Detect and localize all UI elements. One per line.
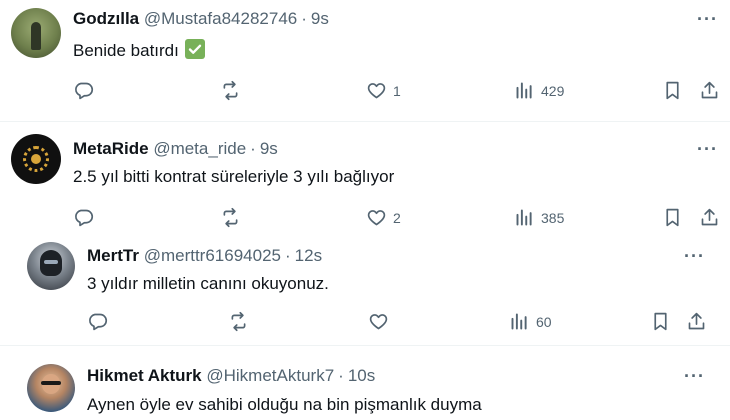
tweet-text: Aynen öyle ev sahibi olduğu na bin pişma… xyxy=(87,395,482,414)
bookmark-button[interactable] xyxy=(662,80,683,101)
share-button[interactable] xyxy=(699,207,720,228)
avatar-figure xyxy=(31,22,41,50)
retweet-button[interactable] xyxy=(220,207,241,228)
share-button[interactable] xyxy=(686,311,707,332)
tweet-header: Hikmet Akturk @HikmetAkturk7 · 10s xyxy=(87,366,375,386)
tweet-header: MertTr @merttr61694025 · 12s xyxy=(87,246,322,266)
avatar-metaride[interactable] xyxy=(11,134,61,184)
retweet-button[interactable] xyxy=(220,80,241,101)
tweet-godzilla[interactable]: Godzılla @Mustafa84282746 · 9s ··· Benide … xyxy=(0,0,730,120)
heart-icon xyxy=(369,314,388,330)
retweet-icon xyxy=(231,311,246,332)
check-mark-emoji-icon xyxy=(184,39,205,59)
tweet-header: MetaRide @meta_ride · 9s xyxy=(73,139,278,159)
views-button[interactable]: 385 xyxy=(514,207,564,228)
reply-icon xyxy=(75,82,94,100)
retweet-icon xyxy=(223,80,238,101)
share-icon xyxy=(688,312,705,330)
views-button[interactable]: 429 xyxy=(514,80,564,101)
avatar-visor xyxy=(44,260,58,264)
avatar-godzilla[interactable] xyxy=(11,8,61,58)
display-name[interactable]: MertTr xyxy=(87,246,139,265)
bookmark-icon xyxy=(666,208,679,227)
more-options-icon[interactable]: ··· xyxy=(697,139,718,160)
reply-icon xyxy=(89,313,108,331)
analytics-icon xyxy=(511,313,527,330)
view-count: 429 xyxy=(541,82,565,99)
like-button[interactable]: 1 xyxy=(366,80,401,101)
tweet-text: Benide batırdı xyxy=(73,39,205,61)
analytics-icon xyxy=(516,82,532,99)
more-options-icon[interactable]: ··· xyxy=(697,9,718,30)
display-name[interactable]: MetaRide xyxy=(73,139,149,158)
avatar-glasses xyxy=(41,381,61,385)
more-options-icon[interactable]: ··· xyxy=(684,246,705,267)
share-icon xyxy=(701,208,718,226)
heart-icon xyxy=(367,83,386,99)
tweet-header: Godzılla @Mustafa84282746 · 9s xyxy=(73,9,329,29)
timestamp[interactable]: 9s xyxy=(311,9,329,28)
username[interactable]: @meta_ride xyxy=(153,139,246,158)
reply-button[interactable] xyxy=(73,207,94,228)
tweet-text-content: Benide batırdı xyxy=(73,41,179,60)
tweet-hikmet-akturk[interactable]: Hikmet Akturk @HikmetAkturk7 · 10s ··· Ayn… xyxy=(0,346,730,420)
avatar-merttr[interactable] xyxy=(27,242,75,290)
retweet-button[interactable] xyxy=(228,311,249,332)
view-count: 385 xyxy=(541,209,565,226)
timestamp[interactable]: 12s xyxy=(295,246,322,265)
more-options-icon[interactable]: ··· xyxy=(684,366,705,387)
tweet-text: 3 yıldır milletin canını okuyonuz. xyxy=(87,274,329,293)
share-button[interactable] xyxy=(699,80,720,101)
display-name[interactable]: Godzılla xyxy=(73,9,139,28)
reply-icon xyxy=(75,209,94,227)
separator-dot: · xyxy=(284,246,291,265)
avatar-emblem-center xyxy=(31,154,41,164)
bookmark-icon xyxy=(666,81,679,100)
share-icon xyxy=(701,81,718,99)
tweet-text: 2.5 yıl bitti kontrat süreleriyle 3 yılı… xyxy=(73,167,395,186)
like-button[interactable]: 2 xyxy=(366,207,401,228)
avatar-hikmet-akturk[interactable] xyxy=(27,364,75,412)
separator-dot: · xyxy=(301,9,307,28)
separator-dot: · xyxy=(338,366,344,385)
like-button[interactable] xyxy=(368,311,395,332)
tweet-merttr[interactable]: MertTr @merttr61694025 · 12s ··· 3 yıldır … xyxy=(0,238,730,343)
tweet-metaride[interactable]: MetaRide @meta_ride · 9s ··· 2.5 yıl bitti… xyxy=(0,122,730,238)
username[interactable]: @HikmetAkturk7 xyxy=(206,366,334,385)
like-count: 2 xyxy=(393,209,401,226)
bookmark-button[interactable] xyxy=(650,311,671,332)
reply-button[interactable] xyxy=(73,80,94,101)
separator-dot: · xyxy=(250,139,256,158)
timestamp[interactable]: 10s xyxy=(348,366,375,385)
views-button[interactable]: 60 xyxy=(509,311,552,332)
retweet-icon xyxy=(223,207,238,228)
username[interactable]: @merttr61694025 xyxy=(144,246,281,265)
analytics-icon xyxy=(516,209,532,226)
bookmark-icon xyxy=(654,312,667,331)
heart-icon xyxy=(367,210,386,226)
view-count: 60 xyxy=(536,313,552,330)
timestamp[interactable]: 9s xyxy=(260,139,278,158)
bookmark-button[interactable] xyxy=(662,207,683,228)
username[interactable]: @Mustafa84282746 xyxy=(144,9,297,28)
display-name[interactable]: Hikmet Akturk xyxy=(87,366,202,385)
like-count: 1 xyxy=(393,82,401,99)
reply-button[interactable] xyxy=(87,311,108,332)
